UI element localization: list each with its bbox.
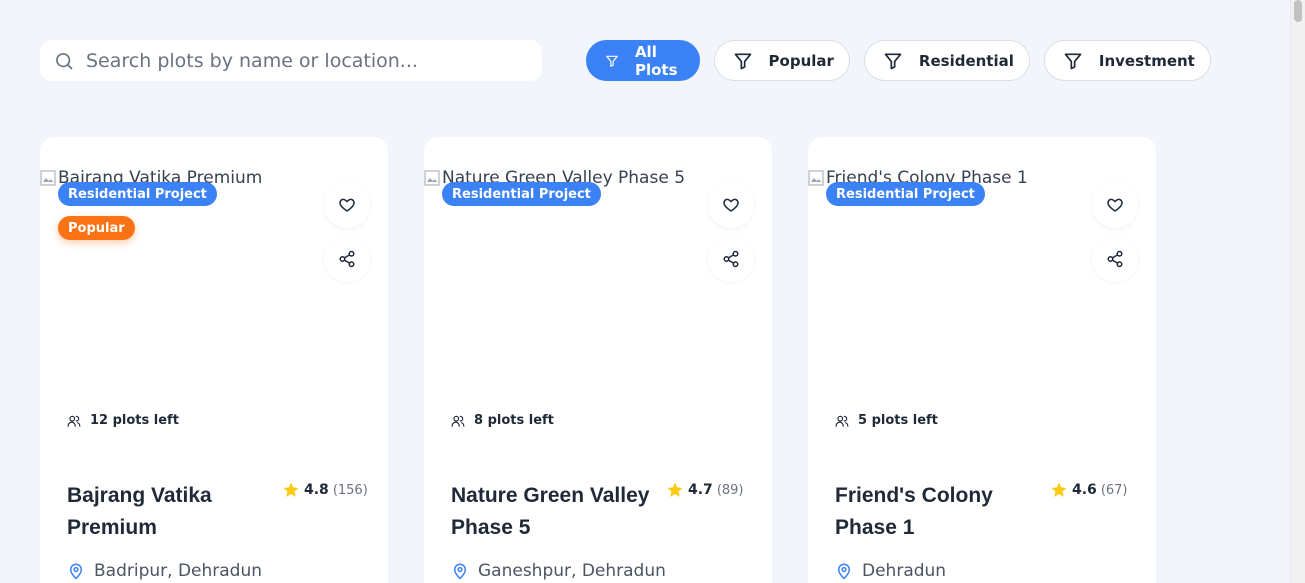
share-button[interactable] [1092, 236, 1138, 282]
filter-icon [606, 55, 618, 67]
rating-score: 4.6 [1072, 482, 1097, 498]
rating-count: (156) [332, 482, 368, 498]
favorite-button[interactable] [324, 182, 370, 228]
broken-image-icon [424, 170, 440, 186]
filter-group: All Plots Popular Residential Investment [586, 40, 1211, 81]
share-button[interactable] [708, 236, 754, 282]
star-icon [283, 482, 299, 497]
location-text: Dehradun [862, 561, 947, 581]
plot-card[interactable]: Nature Green Valley Phase 5 Residential … [424, 137, 772, 583]
broken-image-icon [808, 170, 824, 186]
plots-left: 8 plots left [451, 413, 554, 428]
filter-popular[interactable]: Popular [713, 40, 850, 81]
residential-badge: Residential Project [826, 182, 985, 206]
star-icon [1051, 482, 1067, 497]
plot-card[interactable]: Friend's Colony Phase 1 Residential Proj… [808, 137, 1156, 583]
users-icon [67, 415, 81, 427]
map-pin-icon [453, 563, 467, 580]
filter-icon [1064, 53, 1082, 69]
users-icon [835, 415, 849, 427]
plot-card[interactable]: Bajrang Vatika Premium Residential Proje… [40, 137, 388, 583]
location: Badripur, Dehradun [67, 561, 262, 581]
toolbar: All Plots Popular Residential Investment [40, 40, 1211, 81]
filter-label: Residential [918, 51, 1014, 70]
search-box[interactable] [40, 40, 542, 81]
residential-badge: Residential Project [58, 182, 217, 206]
filter-icon [734, 53, 751, 69]
map-pin-icon [69, 563, 83, 580]
heart-icon [339, 198, 355, 212]
search-icon [56, 52, 73, 69]
plots-left: 12 plots left [67, 413, 179, 428]
search-input[interactable] [86, 49, 526, 72]
rating: 4.7 (89) [666, 481, 744, 499]
rating-count: (67) [1100, 482, 1128, 498]
rating-count: (89) [716, 482, 744, 498]
favorite-button[interactable] [708, 182, 754, 228]
plot-title[interactable]: Nature Green Valley Phase 5 [451, 480, 666, 544]
popular-badge: Popular [58, 216, 135, 240]
location-text: Ganeshpur, Dehradun [478, 561, 666, 581]
users-icon [451, 415, 465, 427]
plots-left-text: 5 plots left [858, 413, 938, 428]
residential-badge: Residential Project [442, 182, 601, 206]
rating: 4.6 (67) [1050, 481, 1128, 499]
rating: 4.8 (156) [282, 481, 368, 499]
location-text: Badripur, Dehradun [94, 561, 263, 581]
heart-icon [723, 198, 739, 212]
rating-score: 4.7 [688, 482, 713, 498]
share-icon [339, 250, 355, 268]
map-pin-icon [837, 563, 851, 580]
heart-icon [1107, 198, 1123, 212]
plots-left-text: 12 plots left [90, 413, 179, 428]
location: Dehradun [835, 561, 946, 581]
scrollbar-thumb[interactable] [1294, 0, 1302, 22]
filter-residential[interactable]: Residential [863, 40, 1030, 81]
favorite-button[interactable] [1092, 182, 1138, 228]
plot-title[interactable]: Bajrang Vatika Premium [67, 480, 282, 544]
rating-score: 4.8 [304, 482, 329, 498]
share-icon [1107, 250, 1123, 268]
broken-image-icon [40, 170, 56, 186]
plots-left-text: 8 plots left [474, 413, 554, 428]
filter-all-plots[interactable]: All Plots [586, 40, 700, 81]
vertical-scrollbar[interactable] [1290, 0, 1305, 583]
plot-title[interactable]: Friend's Colony Phase 1 [835, 480, 1050, 544]
filter-investment[interactable]: Investment [1043, 40, 1211, 81]
filter-icon [884, 53, 902, 69]
filter-label: Popular [768, 51, 834, 70]
location: Ganeshpur, Dehradun [451, 561, 666, 581]
share-button[interactable] [324, 236, 370, 282]
filter-label: Investment [1098, 51, 1195, 70]
plots-left: 5 plots left [835, 413, 938, 428]
share-icon [723, 250, 739, 268]
filter-label: All Plots [634, 42, 678, 79]
star-icon [667, 482, 683, 497]
